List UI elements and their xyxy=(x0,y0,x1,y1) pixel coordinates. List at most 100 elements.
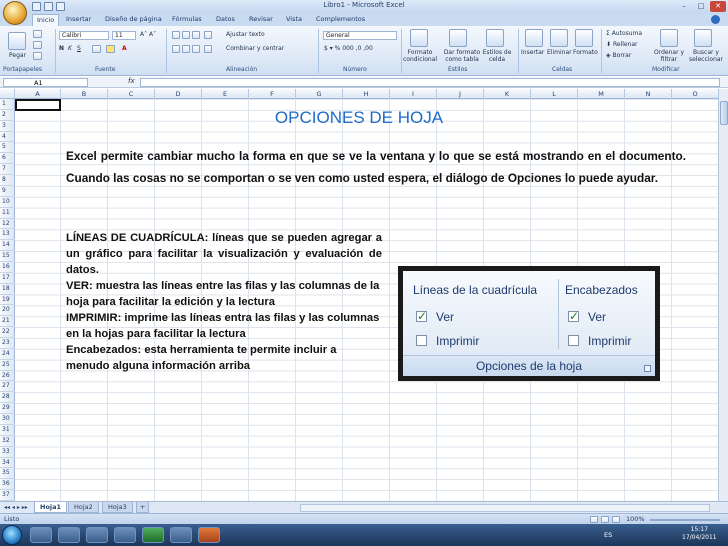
copy-icon[interactable] xyxy=(33,41,42,49)
row-header[interactable]: 6 xyxy=(0,153,15,165)
row-header[interactable]: 19 xyxy=(0,295,15,306)
column-header[interactable]: D xyxy=(155,89,202,99)
tab-revisar[interactable]: Revisar xyxy=(249,15,273,23)
sheet-tab-3[interactable]: Hoja3 xyxy=(102,502,133,513)
column-header[interactable]: I xyxy=(390,89,437,99)
font-color-icon[interactable]: A xyxy=(122,45,127,52)
vertical-scroll-thumb[interactable] xyxy=(720,101,728,125)
excel-taskbar-icon[interactable] xyxy=(142,527,164,543)
underline-icon[interactable]: S xyxy=(77,45,81,52)
find-select-icon[interactable] xyxy=(694,29,712,47)
row-header[interactable]: 35 xyxy=(0,468,15,480)
row-header[interactable]: 17 xyxy=(0,273,15,284)
row-header[interactable]: 5 xyxy=(0,142,15,154)
column-header[interactable]: C xyxy=(108,89,155,99)
language-indicator[interactable]: ES xyxy=(604,531,612,539)
column-header[interactable]: G xyxy=(296,89,343,99)
merge-center-button[interactable]: Combinar y centrar xyxy=(226,45,284,52)
number-format-select[interactable]: General xyxy=(323,31,397,40)
office-button[interactable] xyxy=(3,1,27,25)
column-header[interactable]: J xyxy=(437,89,484,99)
align-bottom-icon[interactable] xyxy=(192,31,200,39)
column-header[interactable]: M xyxy=(578,89,625,99)
conditional-format-icon[interactable] xyxy=(410,29,428,47)
row-header[interactable]: 18 xyxy=(0,284,15,295)
font-size-select[interactable]: 11 xyxy=(112,31,136,40)
folder-icon[interactable] xyxy=(114,527,136,543)
row-header[interactable]: 31 xyxy=(0,425,15,436)
cut-icon[interactable] xyxy=(33,30,42,38)
row-header[interactable]: 32 xyxy=(0,436,15,447)
row-header[interactable]: 37 xyxy=(0,490,15,501)
number-format-icons[interactable]: $ ▾ % 000 ,0 ,00 xyxy=(324,45,373,52)
vertical-scrollbar[interactable] xyxy=(718,89,728,501)
media-icon[interactable] xyxy=(86,527,108,543)
tab-datos[interactable]: Datos xyxy=(216,15,235,23)
borders-icon[interactable] xyxy=(92,45,101,53)
format-cells-button[interactable]: Formato xyxy=(573,49,598,56)
row-header[interactable]: 8 xyxy=(0,175,15,186)
horizontal-scrollbar[interactable] xyxy=(300,504,710,512)
delete-cells-icon[interactable] xyxy=(550,29,568,47)
align-top-icon[interactable] xyxy=(172,31,180,39)
help-icon[interactable] xyxy=(711,15,720,24)
row-header[interactable]: 36 xyxy=(0,479,15,491)
tab-complementos[interactable]: Complementos xyxy=(316,15,365,23)
column-header[interactable]: E xyxy=(202,89,249,99)
italic-icon[interactable]: K xyxy=(68,45,72,52)
sheet-tab-1[interactable]: Hoja1 xyxy=(34,502,68,513)
format-painter-icon[interactable] xyxy=(33,52,42,60)
font-name-select[interactable]: Calibri xyxy=(59,31,109,40)
row-header[interactable]: 13 xyxy=(0,229,15,241)
row-header[interactable]: 25 xyxy=(0,360,15,371)
zoom-level[interactable]: 100% xyxy=(626,515,645,523)
tab-vista[interactable]: Vista xyxy=(286,15,302,23)
sheet-nav-icon[interactable]: ◂◂ ◂ ▸ ▸▸ xyxy=(4,504,28,511)
row-header[interactable]: 4 xyxy=(0,132,15,143)
name-box[interactable]: A1 xyxy=(3,78,88,87)
row-header[interactable]: 10 xyxy=(0,197,15,208)
paste-icon[interactable] xyxy=(8,32,26,50)
row-header[interactable]: 27 xyxy=(0,381,15,393)
row-header[interactable]: 7 xyxy=(0,164,15,176)
new-sheet-icon[interactable]: + xyxy=(136,502,150,513)
normal-view-icon[interactable] xyxy=(590,516,598,523)
fill-color-icon[interactable] xyxy=(106,45,115,53)
row-header[interactable]: 22 xyxy=(0,327,15,339)
minimize-button[interactable]: – xyxy=(676,1,692,12)
row-header[interactable]: 11 xyxy=(0,208,15,219)
sort-filter-icon[interactable] xyxy=(660,29,678,47)
delete-cells-button[interactable]: Eliminar xyxy=(547,49,572,56)
row-header[interactable]: 14 xyxy=(0,240,15,252)
explorer-icon[interactable] xyxy=(58,527,80,543)
column-header[interactable]: K xyxy=(484,89,531,99)
fill-button[interactable]: ⬇ Rellenar xyxy=(606,41,638,48)
column-header[interactable]: O xyxy=(672,89,719,99)
row-header[interactable]: 29 xyxy=(0,403,15,415)
row-header[interactable]: 28 xyxy=(0,392,15,404)
format-table-button[interactable]: Dar formato como tabla xyxy=(441,49,483,63)
row-header[interactable]: 33 xyxy=(0,447,15,458)
column-header[interactable]: F xyxy=(249,89,296,99)
row-header[interactable]: 34 xyxy=(0,458,15,469)
row-header[interactable]: 20 xyxy=(0,305,15,317)
insert-cells-icon[interactable] xyxy=(525,29,543,47)
conditional-format-button[interactable]: Formato condicional xyxy=(403,49,437,63)
zoom-slider[interactable] xyxy=(650,519,720,521)
row-header[interactable]: 9 xyxy=(0,186,15,197)
grow-font-icon[interactable]: A˄ A˅ xyxy=(140,31,156,38)
fx-icon[interactable]: fx xyxy=(128,77,135,85)
bold-icon[interactable]: N xyxy=(59,45,64,52)
column-header[interactable]: A xyxy=(15,89,61,99)
start-button[interactable] xyxy=(2,525,22,545)
cell-styles-icon[interactable] xyxy=(486,29,504,47)
column-header[interactable]: N xyxy=(625,89,672,99)
row-header[interactable]: 23 xyxy=(0,338,15,349)
find-select-button[interactable]: Buscar y seleccionar xyxy=(686,49,726,63)
autosum-button[interactable]: Σ Autosuma xyxy=(606,30,642,37)
format-table-icon[interactable] xyxy=(449,29,467,47)
orientation-icon[interactable] xyxy=(204,31,212,39)
tab-inicio[interactable]: Inicio xyxy=(32,14,60,26)
sheet-tab-2[interactable]: Hoja2 xyxy=(68,502,99,513)
close-button[interactable]: ✕ xyxy=(710,1,726,12)
